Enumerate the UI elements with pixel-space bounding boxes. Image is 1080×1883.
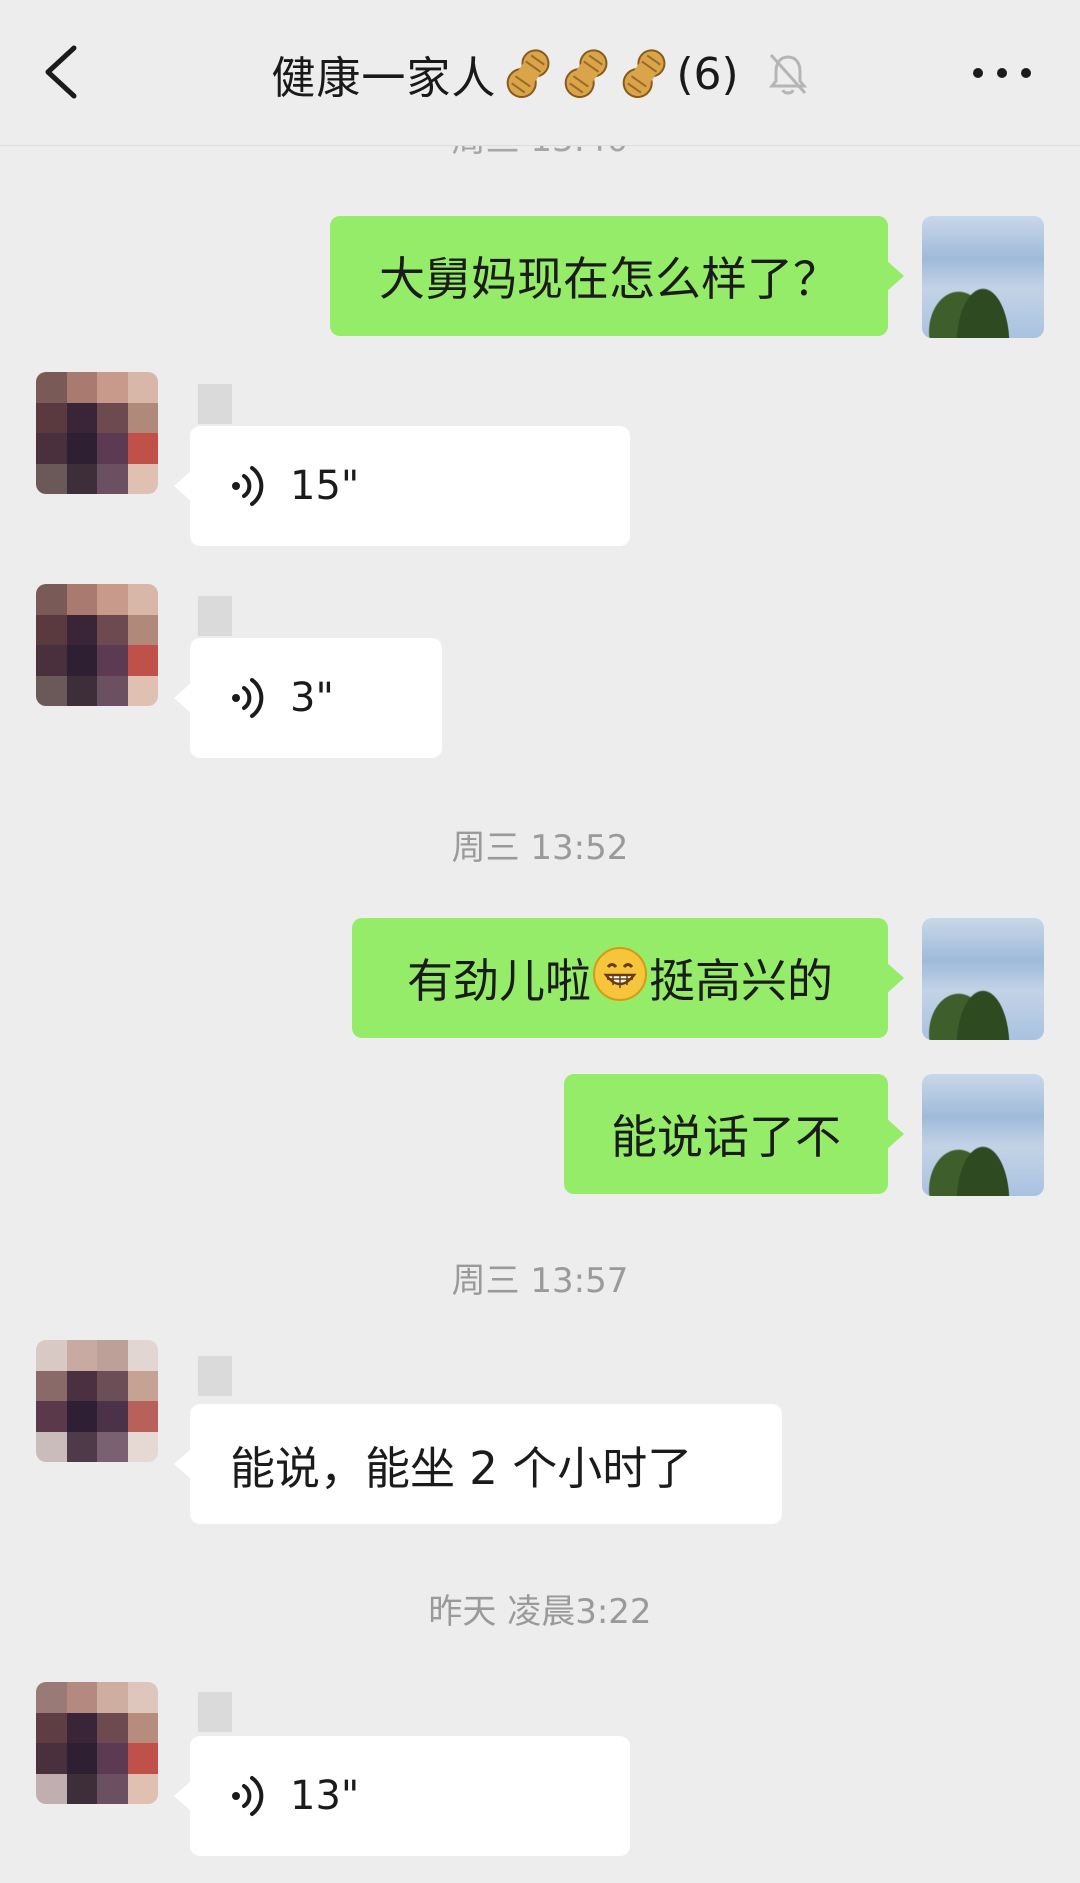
- message-bubble-me[interactable]: 大舅妈现在怎么样了？: [330, 216, 904, 336]
- chat-header: 健康一家人 (6): [0, 0, 1080, 146]
- sender-name-blurred: [198, 384, 232, 424]
- member-count: (6): [676, 48, 739, 100]
- voice-duration: 13": [290, 1773, 360, 1819]
- voice-message[interactable]: 3": [174, 638, 442, 758]
- message-text-part: 挺高兴的: [649, 954, 833, 1008]
- more-dots-icon[interactable]: [964, 58, 1040, 88]
- voice-wave-icon: [230, 675, 272, 721]
- message-text: 大舅妈现在怎么样了？: [379, 252, 839, 306]
- voice-wave-icon: [230, 1773, 272, 1819]
- message-text-part: 有劲儿啦: [407, 954, 591, 1008]
- timestamp: 周三 13:57: [451, 1261, 629, 1301]
- peanut-icon: [618, 45, 670, 103]
- sender-name-blurred: [198, 1356, 232, 1396]
- voice-message[interactable]: 15": [174, 426, 630, 546]
- message-text: 能说，能坐 2 个小时了: [230, 1441, 693, 1495]
- mute-bell-icon: [767, 51, 809, 97]
- sender-name-blurred: [198, 1692, 232, 1732]
- grinning-face-icon: [593, 947, 647, 1001]
- chat-title: 健康一家人: [271, 53, 497, 104]
- contact-avatar[interactable]: [36, 372, 158, 494]
- message-bubble-other[interactable]: 能说，能坐 2 个小时了: [174, 1404, 782, 1524]
- chat-title-area[interactable]: 健康一家人 (6): [0, 40, 1080, 108]
- my-avatar[interactable]: [922, 1074, 1044, 1196]
- sender-name-blurred: [198, 596, 232, 636]
- peanut-icon: [502, 45, 554, 103]
- contact-avatar[interactable]: [36, 584, 158, 706]
- contact-avatar[interactable]: [36, 1340, 158, 1462]
- timestamp: 周三 13:52: [451, 828, 629, 868]
- message-text: 能说话了不: [611, 1110, 841, 1164]
- message-bubble-me[interactable]: 有劲儿啦 挺高兴的: [352, 918, 904, 1038]
- peanut-icon: [560, 45, 612, 103]
- voice-duration: 3": [290, 675, 334, 721]
- voice-wave-icon: [230, 463, 272, 509]
- voice-duration: 15": [290, 463, 360, 509]
- my-avatar[interactable]: [922, 216, 1044, 338]
- voice-message[interactable]: 13": [174, 1736, 630, 1856]
- my-avatar[interactable]: [922, 918, 1044, 1040]
- message-bubble-me[interactable]: 能说话了不: [564, 1074, 904, 1194]
- timestamp: 昨天 凌晨3:22: [428, 1592, 652, 1632]
- contact-avatar[interactable]: [36, 1682, 158, 1804]
